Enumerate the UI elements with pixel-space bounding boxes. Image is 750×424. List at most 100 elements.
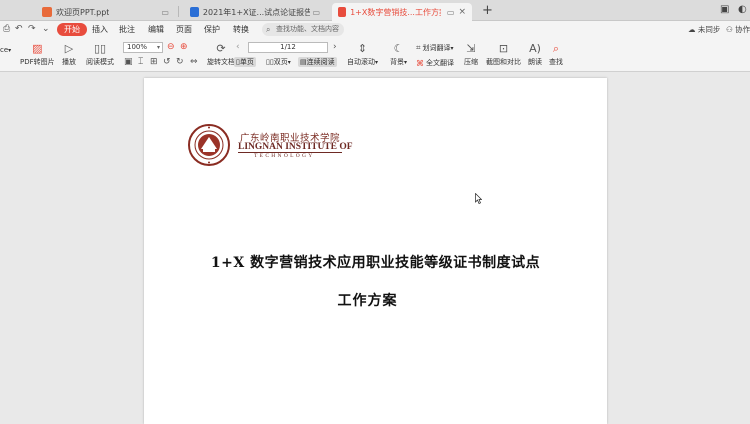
auto-scroll-button[interactable]: ⇕ 自动滚动▾ bbox=[347, 42, 378, 67]
fit-width-icon[interactable]: ⇔ bbox=[190, 57, 198, 67]
compress-icon: ⇲ bbox=[466, 42, 476, 55]
read-aloud-button[interactable]: A) 朗读 bbox=[528, 42, 542, 67]
word-translate-label: 划词翻译 bbox=[422, 44, 451, 52]
page-indicator: 1/12 bbox=[280, 43, 296, 51]
text-select-icon[interactable]: ⌶ bbox=[138, 57, 143, 67]
chevron-down-icon: ▾ bbox=[156, 44, 160, 51]
select-icon[interactable]: ▣ bbox=[124, 57, 133, 67]
image-convert-icon: ▨ bbox=[32, 42, 43, 55]
play-button[interactable]: ▷ 播放 bbox=[62, 42, 76, 67]
rotate-doc-label: 旋转文档 bbox=[207, 58, 235, 66]
crop-icon[interactable]: ⊞ bbox=[150, 57, 158, 67]
window-layout-icon[interactable]: ▣ bbox=[720, 4, 729, 15]
continuous-icon: ▤ bbox=[300, 58, 307, 66]
collab-button[interactable]: ⚇ 协作 bbox=[726, 24, 750, 35]
redo-icon[interactable]: ↷ bbox=[28, 24, 36, 34]
chevron-down-icon[interactable]: ⌄ bbox=[42, 24, 50, 34]
user-icon[interactable]: ◐ bbox=[738, 4, 747, 15]
tab-label: 2021年1+X证...试点论证报告(1) bbox=[202, 7, 311, 17]
read-mode-button[interactable]: ▯▯ 阅读模式 bbox=[86, 42, 114, 67]
word-icon bbox=[190, 7, 199, 17]
zoom-select[interactable]: 100% ▾ bbox=[123, 42, 163, 53]
word-translate-button[interactable]: ⌗ 划词翻译 ▾ bbox=[416, 43, 454, 53]
single-page-button[interactable]: ▯ 单页 bbox=[234, 57, 256, 67]
screenshot-compare-button[interactable]: ⊡ 截图和对比 bbox=[486, 42, 521, 67]
zoom-value: 100% bbox=[127, 43, 148, 51]
monitor-icon: ▭ bbox=[161, 7, 169, 17]
menu-protect[interactable]: 保护 bbox=[200, 23, 224, 36]
search-icon: ⌕ bbox=[552, 42, 560, 55]
menu-convert[interactable]: 转换 bbox=[229, 23, 253, 36]
mouse-cursor-icon bbox=[475, 193, 482, 204]
menu-page[interactable]: 页面 bbox=[172, 23, 196, 36]
translate-doc-icon: ⌘ bbox=[416, 58, 424, 68]
tab-label: 1+X数字营销技...工作方案.pdf bbox=[350, 7, 441, 17]
search-placeholder: 查找功能、文档内容 bbox=[276, 25, 339, 33]
tab-bar: 欢迎页PPT.ppt ▭ 2021年1+X证...试点论证报告(1) ▭ 1+X… bbox=[0, 0, 750, 21]
sync-status[interactable]: ☁ 未同步 bbox=[688, 24, 720, 35]
rotate-doc-icon: ⟳ bbox=[216, 42, 226, 55]
menu-bar: ⎙ ↶ ↷ ⌄ 开始 插入 批注 编辑 页面 保护 转换 bbox=[0, 21, 750, 38]
find-button[interactable]: ⌕ 查找 bbox=[549, 42, 563, 67]
compress-button[interactable]: ⇲ 压缩 bbox=[464, 42, 478, 67]
full-translate-label: 全文翻译 bbox=[426, 59, 454, 67]
office-label: ce bbox=[0, 46, 9, 54]
new-tab-button[interactable]: + bbox=[482, 3, 493, 19]
tab-ppt[interactable]: 欢迎页PPT.ppt ▭ bbox=[36, 3, 176, 21]
page-number-input[interactable]: 1/12 bbox=[248, 42, 328, 53]
sync-label: 未同步 bbox=[697, 25, 721, 34]
continuous-label: 连续阅读 bbox=[306, 58, 335, 66]
full-translate-button[interactable]: ⌘ 全文翻译 bbox=[416, 58, 454, 68]
school-name-en: LINGNAN INSTITUTE OF bbox=[238, 142, 353, 152]
tab-pdf[interactable]: 1+X数字营销技...工作方案.pdf ▭ × bbox=[332, 3, 472, 21]
background-label: 背景 bbox=[390, 58, 404, 66]
search-input[interactable]: ⌕ 查找功能、文档内容 bbox=[262, 23, 344, 36]
tab-word[interactable]: 2021年1+X证...试点论证报告(1) ▭ bbox=[184, 3, 326, 21]
rotate-left-icon[interactable]: ↺ bbox=[163, 57, 171, 67]
play-label: 播放 bbox=[62, 58, 76, 66]
office-button[interactable]: ce▾ bbox=[0, 44, 11, 54]
chevron-left-icon[interactable]: ‹ bbox=[236, 42, 240, 52]
document-title: 1+X 数字营销技术应用职业技能等级证书制度试点 bbox=[210, 255, 541, 271]
play-icon: ▷ bbox=[64, 42, 74, 55]
menu-insert[interactable]: 插入 bbox=[88, 23, 112, 36]
search-icon: ⌕ bbox=[266, 25, 271, 34]
zoom-in-icon[interactable]: ⊕ bbox=[180, 42, 188, 52]
double-page-label: 双页 bbox=[273, 58, 288, 66]
scroll-icon: ⇕ bbox=[357, 42, 368, 55]
moon-icon: ☾ bbox=[393, 42, 404, 55]
double-page-button[interactable]: ▯▯ 双页 ▾ bbox=[266, 57, 291, 67]
rotate-doc-button[interactable]: ⟳ 旋转文档 bbox=[207, 42, 235, 67]
menu-start[interactable]: 开始 bbox=[57, 23, 87, 36]
double-page-icon: ▯▯ bbox=[266, 58, 274, 66]
monitor-icon: ▭ bbox=[446, 7, 455, 17]
document-subtitle: 工作方案 bbox=[337, 293, 398, 309]
school-name-en-line2: TECHNOLOGY bbox=[254, 153, 315, 159]
chevron-right-icon[interactable]: › bbox=[333, 42, 337, 52]
close-icon[interactable]: × bbox=[458, 7, 466, 17]
collab-label: 协作 bbox=[735, 25, 750, 34]
auto-scroll-label: 自动滚动 bbox=[347, 58, 375, 66]
ppt-icon bbox=[42, 7, 52, 17]
screenshot-icon: ⊡ bbox=[498, 42, 509, 55]
zoom-out-icon[interactable]: ⊖ bbox=[167, 42, 175, 52]
save-icon[interactable]: ⎙ bbox=[3, 24, 10, 34]
school-seal-logo bbox=[188, 124, 230, 166]
undo-icon[interactable]: ↶ bbox=[15, 24, 23, 34]
speaker-icon: A) bbox=[529, 42, 541, 55]
book-icon: ▯▯ bbox=[93, 42, 107, 55]
pdf-to-image-button[interactable]: ▨ PDF转图片 bbox=[20, 42, 55, 67]
read-mode-label: 阅读模式 bbox=[86, 58, 114, 66]
menu-edit[interactable]: 编辑 bbox=[144, 23, 168, 36]
menu-annotate[interactable]: 批注 bbox=[115, 23, 139, 36]
pdf-icon bbox=[338, 7, 347, 17]
translate-icon: ⌗ bbox=[416, 43, 421, 52]
continuous-read-button[interactable]: ▤ 连续阅读 bbox=[298, 57, 337, 67]
compress-label: 压缩 bbox=[464, 58, 478, 66]
background-button[interactable]: ☾ 背景▾ bbox=[390, 42, 407, 67]
rotate-right-icon[interactable]: ↻ bbox=[176, 57, 184, 67]
monitor-icon: ▭ bbox=[312, 7, 320, 17]
single-page-label: 单页 bbox=[239, 58, 254, 66]
read-aloud-label: 朗读 bbox=[528, 58, 542, 66]
screenshot-compare-label: 截图和对比 bbox=[486, 58, 521, 66]
